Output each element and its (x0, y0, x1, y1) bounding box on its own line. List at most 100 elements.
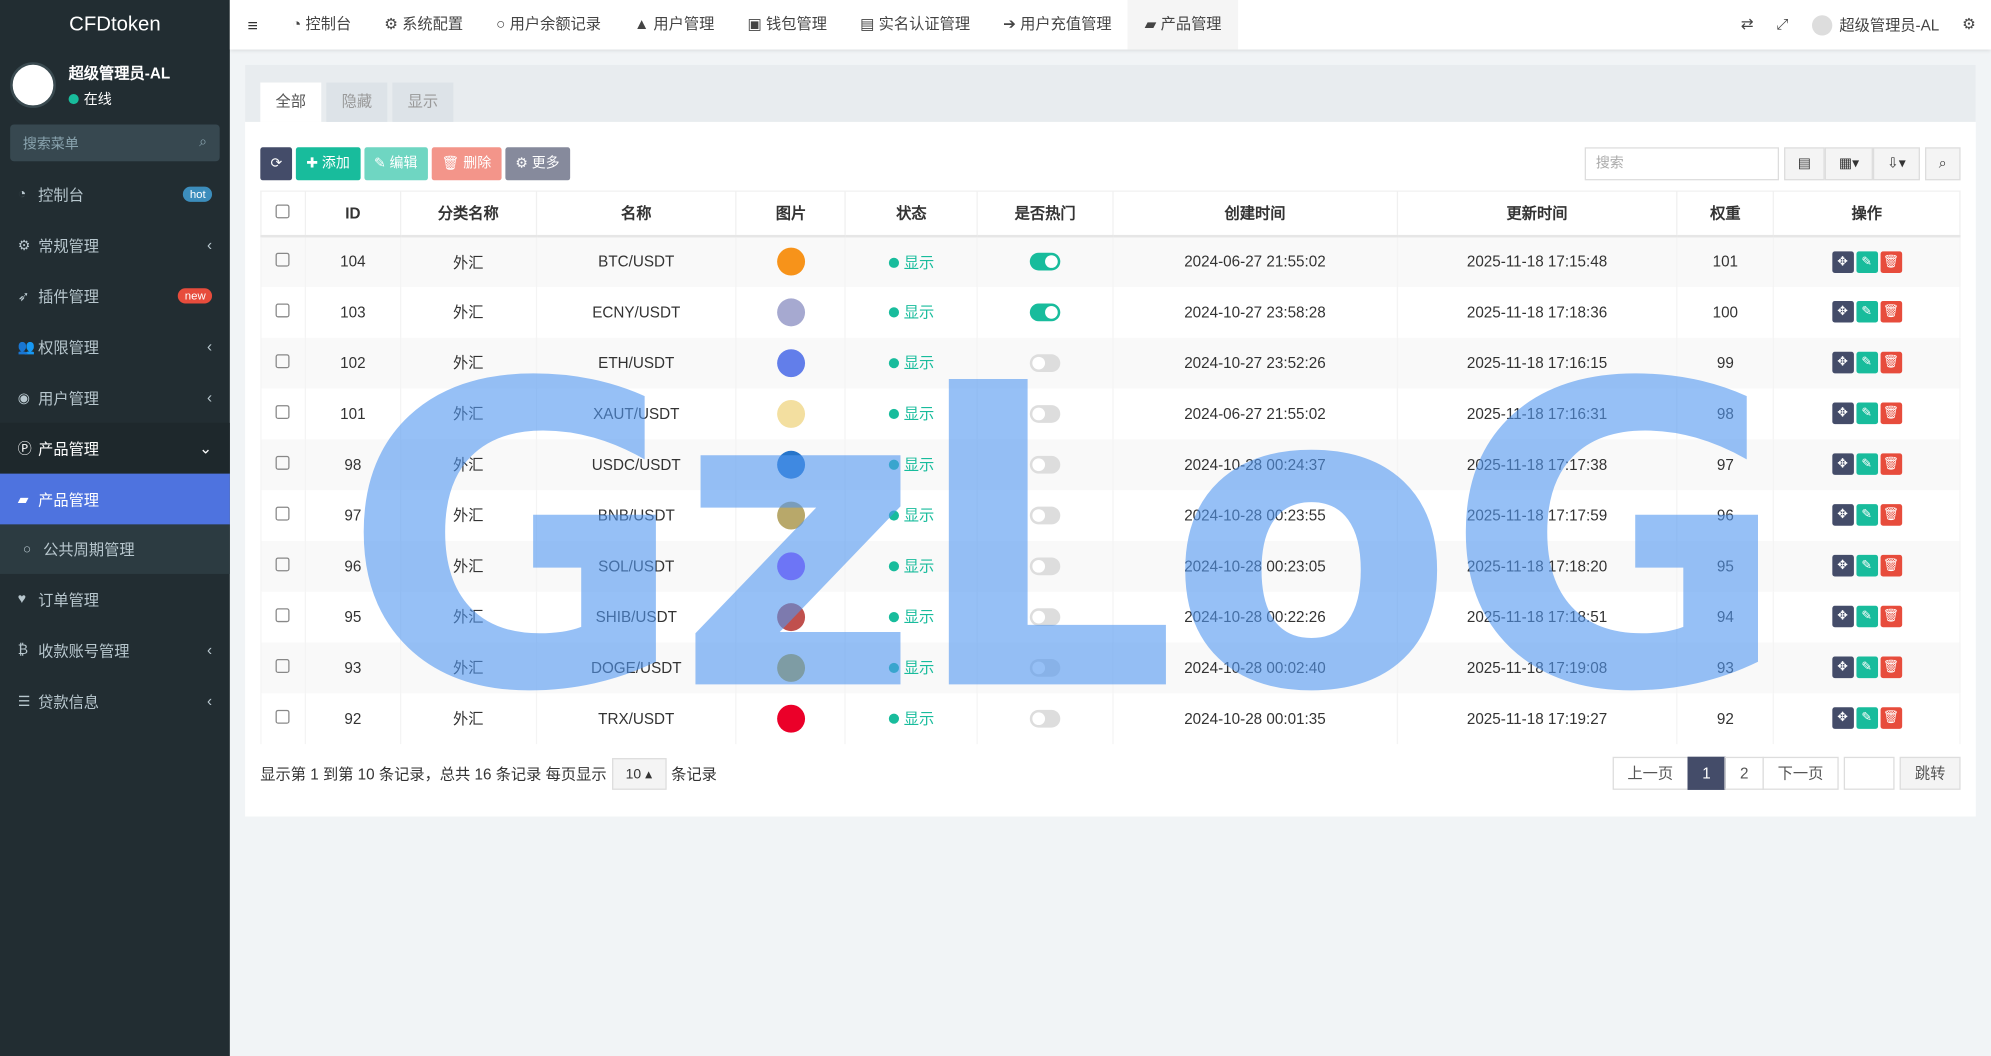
delete-icon[interactable]: 🗑 (1880, 707, 1902, 729)
drag-move-icon[interactable]: ✥ (1832, 352, 1854, 374)
jump-page-input[interactable] (1844, 757, 1895, 790)
status-label[interactable]: 显示 (904, 253, 934, 271)
delete-icon[interactable]: 🗑 (1880, 504, 1902, 526)
delete-icon[interactable]: 🗑 (1880, 453, 1902, 475)
row-checkbox[interactable] (276, 404, 290, 418)
tab-all[interactable]: 全部 (260, 83, 321, 122)
table-row[interactable]: 104 外汇 BTC/USDT 显示 2024-06-27 21:55:02 2… (261, 236, 1960, 287)
sidebar-item-10[interactable]: ☰贷款信息‹ (0, 676, 230, 727)
page-2-button[interactable]: 2 (1725, 757, 1764, 790)
drag-move-icon[interactable]: ✥ (1832, 707, 1854, 729)
hot-toggle[interactable] (1030, 405, 1060, 423)
delete-icon[interactable]: 🗑 (1880, 555, 1902, 577)
coin-icon[interactable] (777, 552, 805, 580)
tab-hidden[interactable]: 隐藏 (326, 83, 387, 122)
page-1-button[interactable]: 1 (1687, 757, 1726, 790)
table-row[interactable]: 103 外汇 ECNY/USDT 显示 2024-10-27 23:58:28 … (261, 286, 1960, 337)
settings-gear-icon[interactable]: ⚙ (1962, 16, 1976, 34)
sidebar-item-6[interactable]: ▰产品管理 (0, 474, 230, 525)
coin-icon[interactable] (777, 399, 805, 427)
sidebar-item-8[interactable]: ♥订单管理 (0, 574, 230, 625)
row-checkbox[interactable] (276, 253, 290, 267)
coin-icon[interactable] (777, 501, 805, 529)
column-header[interactable]: 操作 (1774, 191, 1960, 235)
table-row[interactable]: 97 外汇 BNB/USDT 显示 2024-10-28 00:23:55 20… (261, 490, 1960, 541)
delete-button[interactable]: 🗑 删除 (431, 147, 501, 180)
delete-icon[interactable]: 🗑 (1880, 403, 1902, 425)
coin-icon[interactable] (777, 653, 805, 681)
column-header[interactable]: 是否热门 (977, 191, 1113, 235)
topnav-tab-5[interactable]: ▤ 实名认证管理 (844, 0, 987, 50)
edit-icon[interactable]: ✎ (1856, 707, 1878, 729)
column-header[interactable]: 更新时间 (1397, 191, 1677, 235)
app-logo[interactable]: CFDtoken (0, 0, 230, 50)
table-row[interactable]: 92 外汇 TRX/USDT 显示 2024-10-28 00:01:35 20… (261, 693, 1960, 744)
topnav-tab-3[interactable]: ▲ 用户管理 (618, 0, 731, 50)
sidebar-item-7[interactable]: ○公共周期管理 (0, 524, 230, 574)
refresh-button[interactable]: ⟳ (260, 147, 292, 180)
menu-search-input[interactable]: 搜索菜单⌕ (10, 124, 220, 161)
select-all-checkbox[interactable] (261, 191, 305, 235)
column-header[interactable]: 状态 (846, 191, 978, 235)
status-label[interactable]: 显示 (904, 608, 934, 626)
hot-toggle[interactable] (1030, 354, 1060, 372)
hot-toggle[interactable] (1030, 303, 1060, 321)
export-button[interactable]: ⇩▾ (1873, 147, 1920, 180)
sidebar-item-2[interactable]: ➶插件管理new (0, 270, 230, 321)
advanced-search-button[interactable]: ⌕ (1925, 147, 1961, 180)
topnav-tab-6[interactable]: ➔ 用户充值管理 (987, 0, 1128, 50)
edit-icon[interactable]: ✎ (1856, 606, 1878, 628)
table-row[interactable]: 96 外汇 SOL/USDT 显示 2024-10-28 00:23:05 20… (261, 540, 1960, 591)
coin-icon[interactable] (777, 450, 805, 478)
row-checkbox[interactable] (276, 506, 290, 520)
edit-icon[interactable]: ✎ (1856, 504, 1878, 526)
sidebar-item-1[interactable]: ⚙常规管理‹ (0, 220, 230, 271)
topnav-tab-2[interactable]: ○ 用户余额记录 (480, 0, 618, 50)
coin-icon[interactable] (777, 603, 805, 631)
topnav-tab-4[interactable]: ▣ 钱包管理 (731, 0, 844, 50)
edit-icon[interactable]: ✎ (1856, 251, 1878, 273)
status-label[interactable]: 显示 (904, 507, 934, 525)
column-header[interactable]: ID (305, 191, 400, 235)
columns-button[interactable]: ▦▾ (1825, 147, 1873, 180)
column-header[interactable]: 权重 (1677, 191, 1773, 235)
edit-icon[interactable]: ✎ (1856, 453, 1878, 475)
drag-move-icon[interactable]: ✥ (1832, 453, 1854, 475)
column-header[interactable]: 创建时间 (1113, 191, 1397, 235)
edit-icon[interactable]: ✎ (1856, 555, 1878, 577)
delete-icon[interactable]: 🗑 (1880, 301, 1902, 323)
hot-toggle[interactable] (1030, 253, 1060, 271)
drag-move-icon[interactable]: ✥ (1832, 301, 1854, 323)
hot-toggle[interactable] (1030, 710, 1060, 728)
row-checkbox[interactable] (276, 658, 290, 672)
hot-toggle[interactable] (1030, 659, 1060, 677)
delete-icon[interactable]: 🗑 (1880, 352, 1902, 374)
column-header[interactable]: 名称 (536, 191, 736, 235)
edit-icon[interactable]: ✎ (1856, 352, 1878, 374)
sidebar-item-5[interactable]: Ⓟ产品管理⌄ (0, 423, 230, 474)
toggle-view-button[interactable]: ▤ (1784, 147, 1825, 180)
admin-menu[interactable]: 超级管理员-AL (1811, 13, 1939, 36)
row-checkbox[interactable] (276, 608, 290, 622)
drag-move-icon[interactable]: ✥ (1832, 555, 1854, 577)
drag-move-icon[interactable]: ✥ (1832, 656, 1854, 678)
hot-toggle[interactable] (1030, 507, 1060, 525)
coin-icon[interactable] (777, 349, 805, 377)
edit-icon[interactable]: ✎ (1856, 403, 1878, 425)
status-label[interactable]: 显示 (904, 354, 934, 372)
prev-page-button[interactable]: 上一页 (1612, 757, 1688, 790)
delete-icon[interactable]: 🗑 (1880, 606, 1902, 628)
row-checkbox[interactable] (276, 455, 290, 469)
jump-button[interactable]: 跳转 (1900, 757, 1961, 790)
hot-toggle[interactable] (1030, 557, 1060, 575)
topnav-tab-7[interactable]: ▰ 产品管理 (1128, 0, 1238, 50)
coin-icon[interactable] (777, 704, 805, 732)
sidebar-item-9[interactable]: ₿收款账号管理‹ (0, 625, 230, 676)
row-checkbox[interactable] (276, 303, 290, 317)
status-label[interactable]: 显示 (904, 303, 934, 321)
drag-move-icon[interactable]: ✥ (1832, 504, 1854, 526)
status-label[interactable]: 显示 (904, 557, 934, 575)
table-row[interactable]: 102 外汇 ETH/USDT 显示 2024-10-27 23:52:26 2… (261, 337, 1960, 388)
more-button[interactable]: ⚙ 更多 (505, 147, 570, 180)
add-button[interactable]: ✚ 添加 (296, 147, 360, 180)
